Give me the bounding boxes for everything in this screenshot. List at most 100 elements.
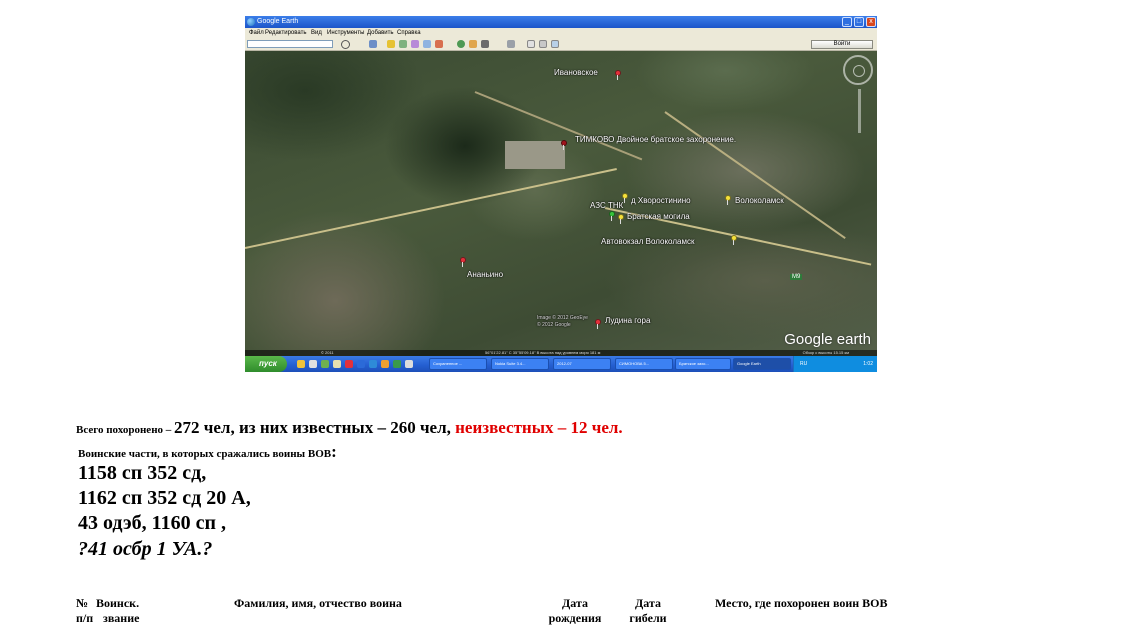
unknown-count: неизвестных – 12 чел. <box>455 418 623 437</box>
window-title: Google Earth <box>257 18 299 25</box>
units-prefix: Воинские части, в которых сражались воин… <box>78 448 332 460</box>
col-birth-header: Дата <box>562 596 588 610</box>
place-label: д Хворостинино <box>631 196 691 205</box>
col-num-header: № <box>76 596 89 610</box>
print-icon[interactable] <box>539 40 547 48</box>
quicklaunch-icon[interactable] <box>393 360 401 368</box>
units-heading: Воинские части, в которых сражались воин… <box>78 442 337 462</box>
quicklaunch-icon[interactable] <box>357 360 365 368</box>
unit-line: ?41 осбр 1 УА.? <box>78 538 213 560</box>
red-pin-icon[interactable] <box>460 257 466 267</box>
task-button[interactable]: Сохраненное ... <box>429 358 487 370</box>
maximize-button[interactable]: □ <box>854 17 864 27</box>
toolbar: Войти <box>245 38 877 51</box>
quicklaunch-icon[interactable] <box>405 360 413 368</box>
menu-tools[interactable]: Инструменты <box>327 28 364 38</box>
google-earth-icon <box>247 18 255 26</box>
sign-in-button[interactable]: Войти <box>811 40 873 49</box>
menu-file[interactable]: Файл <box>249 28 264 38</box>
tour-icon[interactable] <box>435 40 443 48</box>
language-indicator[interactable]: RU <box>800 356 807 372</box>
col-death-header: Дата <box>635 596 661 610</box>
menu-help[interactable]: Справка <box>397 28 421 38</box>
google-earth-logo: Google earth <box>784 331 871 348</box>
quicklaunch-icon[interactable] <box>369 360 377 368</box>
maps-icon[interactable] <box>551 40 559 48</box>
place-label: АЗС ТНК <box>590 201 624 210</box>
satellite-map[interactable]: Ивановское ТИМКОВО Двойное братское захо… <box>245 51 877 356</box>
place-label: Братская могила <box>627 212 690 221</box>
email-icon[interactable] <box>527 40 535 48</box>
total-prefix: Всего похоронено – <box>76 424 175 436</box>
compass-icon[interactable] <box>843 55 873 85</box>
col-place-header: Место, где похоронен воин ВОВ <box>715 596 888 610</box>
search-icon[interactable] <box>341 40 350 49</box>
zoom-slider[interactable] <box>858 89 861 133</box>
col-rank-header: звание <box>103 611 140 625</box>
system-tray: RU 1:02 <box>793 356 877 372</box>
quicklaunch-icon[interactable] <box>381 360 389 368</box>
dark-red-pin-icon[interactable] <box>561 140 567 150</box>
search-input[interactable] <box>247 40 333 48</box>
sidebar-toggle-icon[interactable] <box>369 40 377 48</box>
col-rank-header: Воинск. <box>96 596 140 610</box>
planets-icon[interactable] <box>481 40 489 48</box>
imagery-copyright: Image © 2012 GeoEye <box>537 315 588 321</box>
road <box>664 111 846 240</box>
menu-bar: Файл Редактировать Вид Инструменты Добав… <box>245 28 877 38</box>
placemark-icon[interactable] <box>387 40 395 48</box>
quicklaunch-icon[interactable] <box>333 360 341 368</box>
unit-line: 1158 сп 352 сд, <box>78 462 207 484</box>
field-patch <box>505 141 565 169</box>
unit-line: 43 одэб, 1160 сп , <box>78 512 226 534</box>
road <box>245 168 617 249</box>
path-icon[interactable] <box>411 40 419 48</box>
unit-line: 1162 сп 352 сд 20 А, <box>78 487 251 509</box>
red-pin-icon[interactable] <box>595 319 601 329</box>
road-badge: М9 <box>790 274 803 280</box>
burial-totals: Всего похоронено – 272 чел, из них извес… <box>76 418 623 438</box>
window-titlebar: Google Earth _ □ x <box>245 16 877 28</box>
col-death-header: гибели <box>629 611 667 625</box>
col-name-header: Фамилия, имя, отчество воина <box>234 596 402 610</box>
clock: 1:02 <box>863 361 873 367</box>
google-copyright: © 2012 Google <box>537 322 571 328</box>
place-label: Автовокзал Волоколамск <box>601 237 695 246</box>
menu-view[interactable]: Вид <box>311 28 322 38</box>
menu-add[interactable]: Добавить <box>367 28 394 38</box>
google-earth-screenshot: Google Earth _ □ x Файл Редактировать Ви… <box>245 16 877 372</box>
task-button[interactable]: Nokia Suite 3.4... <box>491 358 549 370</box>
quicklaunch-icon[interactable] <box>297 360 305 368</box>
units-colon: : <box>331 442 337 461</box>
col-num-header: п/п <box>76 611 94 625</box>
start-button[interactable]: пуск <box>245 356 287 372</box>
quicklaunch-icon[interactable] <box>309 360 317 368</box>
total-count: 272 чел, из них известных – 260 чел, <box>174 418 456 437</box>
menu-edit[interactable]: Редактировать <box>265 28 306 38</box>
sun-icon[interactable] <box>469 40 477 48</box>
task-button[interactable]: 2012-07 <box>553 358 611 370</box>
yellow-pin-icon[interactable] <box>731 235 737 245</box>
place-label: Лудина гора <box>605 316 651 325</box>
close-button[interactable]: x <box>866 17 876 27</box>
yellow-pin-icon[interactable] <box>618 214 624 224</box>
task-button-active[interactable]: Google Earth <box>733 358 791 370</box>
minimize-button[interactable]: _ <box>842 17 852 27</box>
polygon-icon[interactable] <box>399 40 407 48</box>
place-label: Ивановское <box>554 68 598 77</box>
overlay-icon[interactable] <box>423 40 431 48</box>
green-pin-icon[interactable] <box>609 211 615 221</box>
red-pin-icon[interactable] <box>615 70 621 80</box>
col-birth-header: рождения <box>548 611 602 625</box>
place-label: Волоколамск <box>735 196 784 205</box>
place-label: ТИМКОВО Двойное братское захоронение. <box>575 135 737 144</box>
windows-taskbar: пуск Сохраненное ... Nokia Suite 3.4... … <box>245 356 877 372</box>
task-button[interactable]: Братское захо... <box>675 358 731 370</box>
place-label: Ананьино <box>467 270 504 279</box>
ruler-icon[interactable] <box>507 40 515 48</box>
yellow-pin-icon[interactable] <box>725 195 731 205</box>
earth-icon[interactable] <box>457 40 465 48</box>
task-button[interactable]: СИМОНОВА 5... <box>615 358 673 370</box>
quicklaunch-icon[interactable] <box>345 360 353 368</box>
quicklaunch-icon[interactable] <box>321 360 329 368</box>
